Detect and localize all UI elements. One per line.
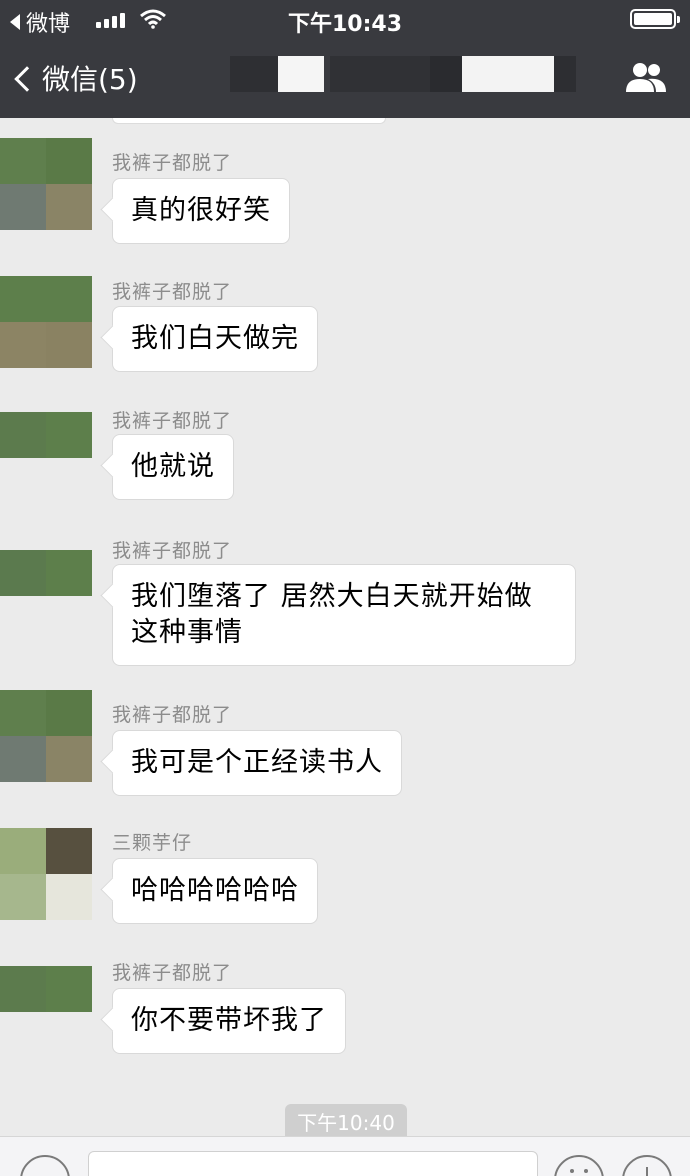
redacted-title-block bbox=[230, 56, 280, 92]
message-bubble[interactable]: 他就说 bbox=[112, 434, 234, 500]
redacted-title-block bbox=[330, 56, 430, 92]
sender-name: 三颗芋仔 bbox=[112, 832, 193, 854]
redacted-title-block bbox=[430, 56, 462, 92]
avatar[interactable] bbox=[0, 550, 92, 596]
avatar[interactable] bbox=[0, 138, 92, 230]
message-bubble[interactable]: 哈哈哈哈哈哈 bbox=[112, 858, 318, 924]
avatar[interactable] bbox=[0, 966, 92, 1012]
sender-name: 我裤子都脱了 bbox=[112, 540, 233, 562]
input-bar bbox=[0, 1136, 690, 1176]
status-time: 下午10:43 bbox=[287, 12, 403, 37]
avatar[interactable] bbox=[0, 690, 92, 782]
voice-input-icon[interactable] bbox=[20, 1155, 70, 1176]
plus-icon[interactable] bbox=[622, 1155, 672, 1176]
status-bar: 微博 下午10:43 bbox=[0, 0, 690, 40]
avatar[interactable] bbox=[0, 828, 92, 920]
redacted-title-block bbox=[278, 56, 324, 92]
chat-area[interactable]: 我裤子都脱了 真的很好笑 我裤子都脱了 我们白天做完 我裤子都脱了 他就说 我裤… bbox=[0, 118, 690, 1142]
top-bar: 微博 下午10:43 微信(5) bbox=[0, 0, 690, 118]
message-bubble[interactable]: 真的很好笑 bbox=[112, 178, 290, 244]
avatar[interactable] bbox=[0, 412, 92, 458]
avatar[interactable] bbox=[0, 276, 92, 368]
message-input[interactable] bbox=[88, 1151, 538, 1176]
chevron-left-icon bbox=[14, 66, 40, 92]
sender-name: 我裤子都脱了 bbox=[112, 152, 233, 174]
sender-name: 我裤子都脱了 bbox=[112, 281, 233, 303]
sender-name: 我裤子都脱了 bbox=[112, 704, 233, 726]
redacted-title-block bbox=[554, 56, 576, 92]
redacted-title-block bbox=[462, 56, 554, 92]
emoji-icon[interactable] bbox=[554, 1155, 604, 1176]
nav-bar: 微信(5) bbox=[0, 40, 690, 118]
message-bubble[interactable]: 我们白天做完 bbox=[112, 306, 318, 372]
message-bubble[interactable]: 你不要带坏我了 bbox=[112, 988, 346, 1054]
message-bubble[interactable]: 我们堕落了 居然大白天就开始做这种事情 bbox=[112, 564, 576, 666]
back-button[interactable]: 微信(5) bbox=[14, 58, 138, 98]
sender-name: 我裤子都脱了 bbox=[112, 962, 233, 984]
message-bubble[interactable]: 我可是个正经读书人 bbox=[112, 730, 402, 796]
group-people-icon[interactable] bbox=[622, 60, 670, 96]
battery-full-icon bbox=[630, 9, 680, 29]
previous-message-bubble-edge bbox=[112, 118, 386, 124]
sender-name: 我裤子都脱了 bbox=[112, 410, 233, 432]
back-label: 微信(5) bbox=[42, 63, 138, 96]
